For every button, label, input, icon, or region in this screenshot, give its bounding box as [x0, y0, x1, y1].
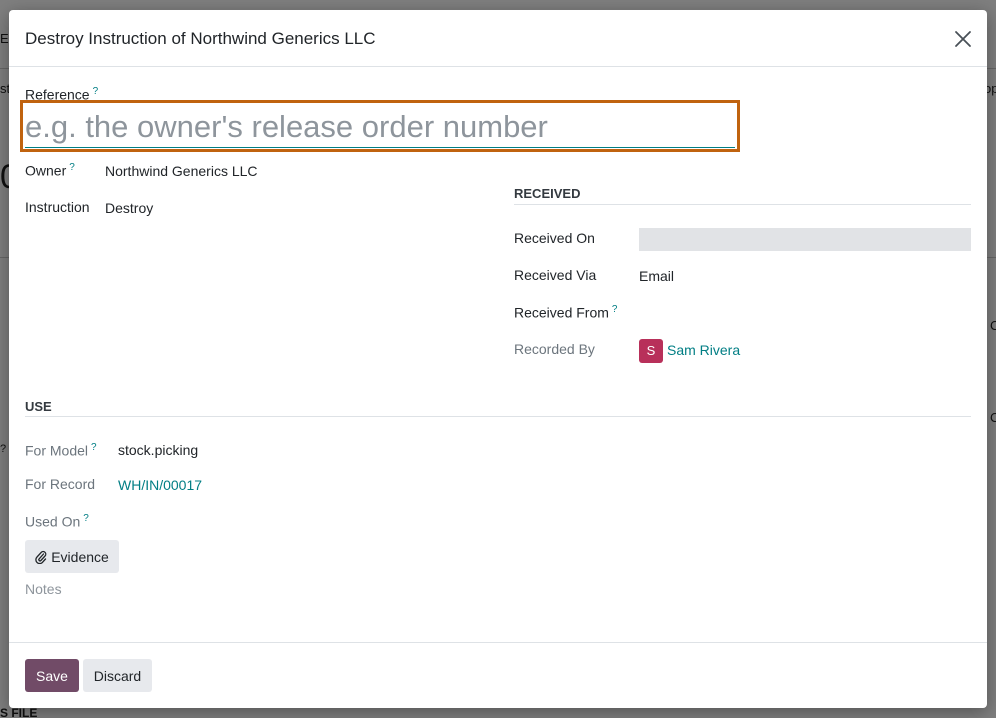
recorded-by-user-link[interactable]: Sam Rivera — [667, 342, 740, 358]
help-icon[interactable]: ? — [612, 304, 618, 315]
close-button[interactable] — [951, 27, 975, 51]
owner-value[interactable]: Northwind Generics LLC — [105, 163, 258, 179]
received-from-label: Received From? — [514, 304, 618, 321]
evidence-button-label: Evidence — [51, 548, 109, 565]
help-icon[interactable]: ? — [69, 162, 75, 173]
reference-input[interactable] — [25, 106, 735, 148]
for-record-label: For Record — [25, 476, 96, 492]
save-button[interactable]: Save — [25, 659, 79, 692]
used-on-label: Used On? — [25, 513, 89, 530]
owner-label: Owner? — [25, 162, 75, 179]
help-icon[interactable]: ? — [91, 442, 97, 453]
for-record-link[interactable]: WH/IN/00017 — [118, 477, 202, 493]
instruction-label: Instruction — [25, 199, 90, 215]
received-via-value[interactable]: Email — [639, 268, 674, 284]
instruction-value[interactable]: Destroy — [105, 200, 153, 216]
notes-field[interactable]: Notes — [25, 581, 62, 597]
evidence-button[interactable]: Evidence — [25, 540, 119, 573]
discard-button[interactable]: Discard — [83, 659, 152, 692]
recorded-by-label: Recorded By — [514, 341, 595, 357]
help-icon[interactable]: ? — [83, 513, 89, 524]
dialog-footer: Save Discard — [9, 642, 987, 708]
use-section-title: USE — [25, 399, 52, 414]
section-divider — [25, 416, 971, 417]
dialog-header: Destroy Instruction of Northwind Generic… — [9, 10, 987, 67]
section-divider — [514, 204, 971, 205]
avatar: S — [639, 339, 663, 363]
received-via-label: Received Via — [514, 267, 597, 283]
received-section-title: RECEIVED — [514, 186, 581, 201]
dialog-title: Destroy Instruction of Northwind Generic… — [25, 29, 376, 48]
help-icon[interactable]: ? — [93, 86, 99, 97]
paperclip-icon — [35, 550, 47, 564]
instruction-dialog: Destroy Instruction of Northwind Generic… — [9, 10, 987, 708]
for-model-value: stock.picking — [118, 442, 199, 458]
received-on-label: Received On — [514, 230, 595, 246]
close-icon — [955, 31, 971, 47]
received-on-input[interactable] — [639, 228, 971, 251]
for-model-label: For Model? — [25, 442, 97, 459]
